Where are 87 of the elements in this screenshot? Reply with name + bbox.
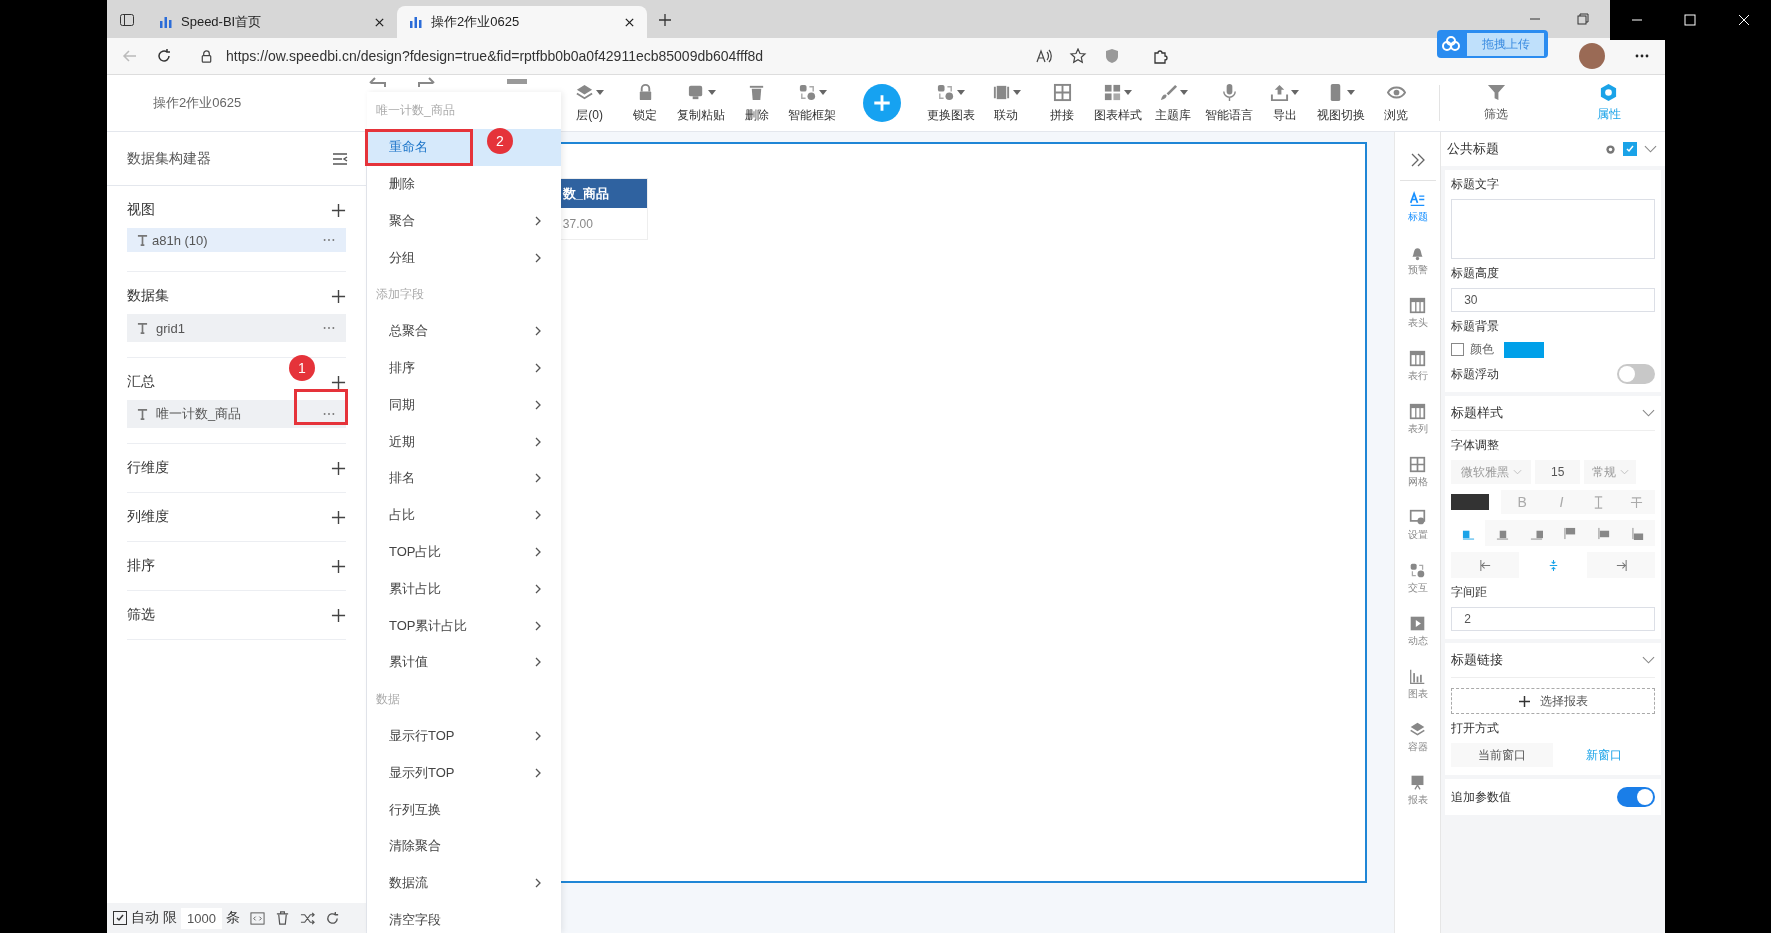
toolbar-button[interactable]: 视图切换	[1312, 82, 1369, 124]
section-label: 视图	[127, 201, 155, 219]
side-tab[interactable]: 容器	[1407, 721, 1428, 774]
menu-item[interactable]: 总聚合	[367, 312, 561, 350]
menu-item[interactable]: 分组	[367, 239, 561, 276]
report-canvas[interactable]: 数_商品 37.00	[560, 142, 1368, 883]
section-label: 排序	[127, 557, 155, 575]
toolbar-button[interactable]: 层(0)	[561, 82, 618, 124]
panel-tab[interactable]: 筛选	[1440, 82, 1553, 124]
menu-title: 唯一计数_商品	[375, 101, 456, 119]
font-size-field[interactable]: 15	[1535, 460, 1581, 484]
toolbar-button[interactable]: 更换图表	[922, 82, 979, 124]
menu-item[interactable]: 同期	[367, 386, 561, 424]
section-heading: 标题样式	[1451, 404, 1504, 422]
section-label: 数据集	[127, 287, 169, 305]
toolbar-button[interactable]: 智能框架	[784, 82, 841, 124]
field-label: 追加参数值	[1451, 788, 1512, 806]
toolbar-button[interactable]: 导出	[1256, 82, 1313, 124]
open-mode-option[interactable]: 当前窗口	[1451, 743, 1554, 767]
toolbar-button[interactable]: 联动	[978, 82, 1035, 124]
menu-item[interactable]: 累计值	[367, 643, 561, 681]
side-tab[interactable]: 图表	[1407, 668, 1428, 721]
menu-item[interactable]: TOP占比	[367, 533, 561, 571]
panel-title: 数据集构建器	[127, 149, 211, 168]
menu-item[interactable]: 排序	[367, 349, 561, 387]
menu-item[interactable]: 近期	[367, 423, 561, 460]
menu-item[interactable]: 累计占比	[367, 570, 561, 608]
menu-item[interactable]: 删除	[367, 165, 561, 203]
checkbox-label: 颜色	[1470, 341, 1495, 358]
field-label: 标题背景	[1451, 318, 1501, 335]
menu-item[interactable]: 占比	[367, 496, 561, 534]
browser-tab[interactable]: 操作2作业0625	[397, 6, 647, 38]
menu-item[interactable]: 行列互换	[367, 791, 561, 828]
toolbar-button[interactable]: 图表样式	[1089, 82, 1146, 124]
side-tab[interactable]: 预警	[1407, 244, 1428, 297]
table-header-cell: 数_商品	[560, 179, 647, 208]
menu-item[interactable]: 排名	[367, 459, 561, 497]
menu-item[interactable]: 清空字段	[367, 901, 561, 933]
side-tab[interactable]: 设置	[1407, 509, 1428, 562]
field-item[interactable]: 唯一计数_商品	[127, 400, 346, 428]
menu-item[interactable]: TOP累计占比	[367, 607, 561, 644]
field-item[interactable]: a81h (10)	[127, 228, 346, 252]
menu-group-label: 数据	[375, 690, 401, 708]
side-tab[interactable]: 表列	[1407, 403, 1428, 456]
section-label: 列维度	[127, 508, 169, 526]
menu-item[interactable]: 显示行TOP	[367, 717, 561, 755]
browser-tab[interactable]: Speed-BI首页	[147, 6, 397, 38]
section-label: 汇总	[127, 373, 155, 391]
field-label: 标题浮动	[1451, 365, 1500, 383]
field-label: 打开方式	[1451, 720, 1501, 737]
toolbar-button[interactable]: 复制粘贴	[673, 82, 729, 124]
section-heading: 标题链接	[1451, 651, 1504, 669]
toolbar-button[interactable]: 浏览	[1368, 82, 1425, 124]
field-label: 字间距	[1451, 584, 1489, 601]
menu-item[interactable]: 清除聚合	[367, 827, 561, 865]
toolbar-button[interactable]: 主题库	[1145, 82, 1202, 124]
field-item[interactable]: grid1	[127, 314, 346, 342]
menu-item[interactable]: 显示列TOP	[367, 754, 561, 792]
panel-title: 公共标题	[1447, 140, 1501, 158]
toolbar-button[interactable]: 删除	[728, 82, 785, 124]
document-title: 操作2作业0625	[152, 94, 243, 112]
toolbar-button[interactable]: 锁定	[617, 82, 674, 124]
menu-item[interactable]: 数据流	[367, 864, 561, 902]
side-tab[interactable]: 动态	[1407, 615, 1428, 668]
table-cell-text: 37.00	[561, 215, 594, 233]
menu-group-label: 添加字段	[375, 285, 425, 303]
field-label: 标题高度	[1451, 265, 1501, 282]
toolbar-button[interactable]: 拼接	[1034, 82, 1090, 124]
checkbox-label: 自动	[131, 909, 159, 927]
address-field[interactable]: https://ow.speedbi.cn/design?fdesign=true&fid=rptfbb0b0a0f42911ecb85009db604fff8d	[189, 41, 1019, 71]
limit-field[interactable]: 1000	[181, 907, 222, 929]
unit-label: 条	[225, 909, 240, 927]
side-tab[interactable]: 表行	[1407, 350, 1428, 403]
limit-label: 限	[163, 909, 177, 927]
side-tab[interactable]: 网格	[1407, 456, 1428, 509]
toolbar-button[interactable]: 智能语言	[1201, 82, 1257, 124]
side-tab[interactable]: 报表	[1407, 774, 1428, 827]
section-label: 行维度	[127, 459, 169, 477]
side-tab[interactable]: 表头	[1407, 297, 1428, 350]
menu-item[interactable]: 聚合	[367, 202, 561, 240]
field-label: 字体调整	[1451, 437, 1501, 454]
title-height-field[interactable]: 30	[1451, 288, 1655, 312]
letter-spacing-field[interactable]: 2	[1451, 607, 1655, 631]
side-tab[interactable]: 交互	[1407, 562, 1428, 615]
choose-report-button[interactable]: 选择报表	[1451, 688, 1655, 714]
field-label: 标题文字	[1451, 176, 1501, 193]
section-label: 筛选	[127, 606, 155, 624]
